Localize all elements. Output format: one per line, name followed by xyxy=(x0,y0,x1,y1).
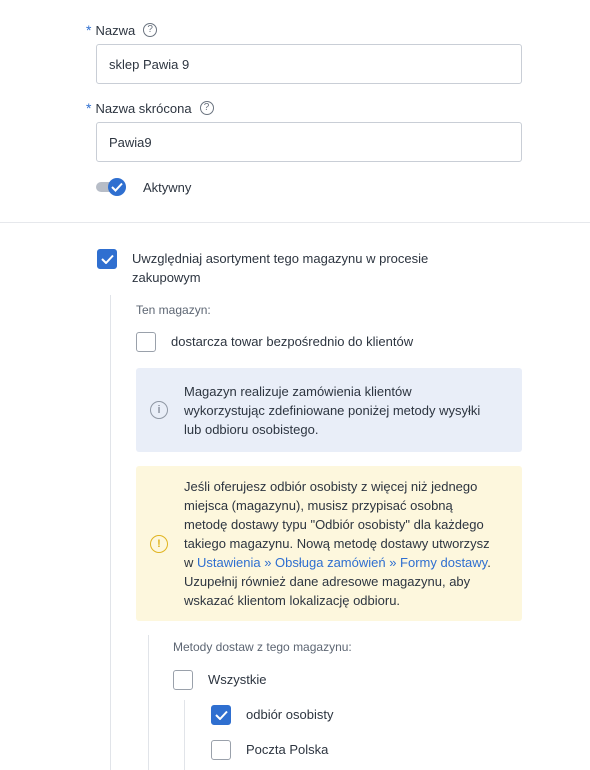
name-label-text: Nazwa xyxy=(95,22,136,38)
all-methods-checkbox[interactable] xyxy=(173,670,193,690)
name-input[interactable] xyxy=(96,44,522,84)
warning-line: Uzupełnij również dane adresowe magazynu… xyxy=(184,574,471,589)
nesting-line xyxy=(110,295,111,770)
warning-box: ! Jeśli oferujesz odbiór osobisty z więc… xyxy=(136,466,522,621)
info-text: Magazyn realizuje zamówienia klientów wy… xyxy=(184,382,480,439)
short-name-input[interactable] xyxy=(96,122,522,162)
warning-line: metodę dostawy typu "Odbiór osobisty" dl… xyxy=(184,517,484,532)
warning-line-suffix: . xyxy=(487,555,491,570)
warning-line: wskazać klientom lokalizację odbioru. xyxy=(184,593,401,608)
toggle-knob xyxy=(108,178,126,196)
active-label: Aktywny xyxy=(143,180,192,195)
info-line: wykorzystując zdefiniowane poniżej metod… xyxy=(184,402,481,418)
method-label: odbiór osobisty xyxy=(246,707,334,722)
required-marker: * xyxy=(86,100,92,116)
info-icon: i xyxy=(150,401,168,419)
all-methods-label: Wszystkie xyxy=(208,672,267,687)
settings-link[interactable]: Ustawienia » Obsługa zamówień » Formy do… xyxy=(197,555,487,570)
warning-text: Jeśli oferujesz odbiór osobisty z więcej… xyxy=(184,477,491,610)
include-stock-label-line2: zakupowym xyxy=(132,270,201,285)
include-stock-label: Uwzględniaj asortyment tego magazynu w p… xyxy=(132,249,428,287)
method-checkbox-poczta-polska[interactable] xyxy=(211,740,231,760)
help-icon[interactable]: ? xyxy=(143,23,158,37)
this-warehouse-heading: Ten magazyn: xyxy=(136,303,211,317)
delivery-methods-heading: Metody dostaw z tego magazynu: xyxy=(173,640,352,654)
check-icon xyxy=(100,254,114,264)
warning-line: miejsca (magazynu), musisz przypisać oso… xyxy=(184,498,453,513)
warning-line: takiego magazynu. Nową metodę dostawy ut… xyxy=(184,536,490,551)
check-icon xyxy=(214,710,228,720)
warning-line-prefix: w xyxy=(184,555,197,570)
info-line: Magazyn realizuje zamówienia klientów xyxy=(184,383,412,399)
section-divider xyxy=(0,222,590,223)
warning-icon: ! xyxy=(150,534,168,553)
include-stock-checkbox[interactable] xyxy=(97,249,117,269)
include-stock-label-line1: Uwzględniaj asortyment tego magazynu w p… xyxy=(132,251,429,266)
info-box: i Magazyn realizuje zamówienia klientów … xyxy=(136,368,522,452)
delivers-direct-checkbox[interactable] xyxy=(136,332,156,352)
method-label: Poczta Polska xyxy=(246,742,329,757)
short-name-label-text: Nazwa skrócona xyxy=(95,100,192,116)
name-label: * Nazwa ? xyxy=(86,22,158,38)
required-marker: * xyxy=(86,22,92,38)
method-checkbox-odbior-osobisty[interactable] xyxy=(211,705,231,725)
help-icon[interactable]: ? xyxy=(199,101,214,115)
warning-line: w Ustawienia » Obsługa zamówień » Formy … xyxy=(184,553,491,572)
delivers-direct-label: dostarcza towar bezpośrednio do klientów xyxy=(171,334,414,349)
nesting-line xyxy=(148,635,149,770)
short-name-label: * Nazwa skrócona ? xyxy=(86,100,214,116)
check-icon xyxy=(111,182,123,192)
nesting-line xyxy=(184,700,185,770)
warning-line: Jeśli oferujesz odbiór osobisty z więcej… xyxy=(184,479,478,494)
active-toggle[interactable] xyxy=(96,178,130,196)
info-line: lub odbioru osobistego. xyxy=(184,421,319,437)
